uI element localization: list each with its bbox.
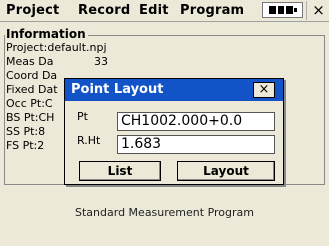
info-fs-line: FS Pt:2: [6, 139, 45, 152]
layout-button[interactable]: Layout: [177, 161, 275, 181]
info-meas-value: 33: [94, 55, 108, 68]
info-coord-line: Coord Da: [6, 69, 58, 82]
battery-icon: [262, 2, 303, 18]
menu-bar: Project Record Edit Program ×: [0, 0, 329, 22]
dialog-title: Point Layout: [71, 82, 164, 97]
list-button[interactable]: List: [79, 161, 161, 181]
app-close-button[interactable]: ×: [306, 1, 329, 20]
menu-edit[interactable]: Edit: [139, 3, 169, 18]
info-fixed-line: Fixed Dat: [6, 83, 58, 96]
info-meas-line: Meas Da: [6, 55, 54, 68]
information-title: Information: [5, 27, 88, 41]
pt-input[interactable]: CH1002.000+0.0: [117, 112, 275, 131]
menu-project[interactable]: Project: [6, 3, 59, 18]
dialog-close-button[interactable]: ×: [253, 82, 275, 98]
dialog-title-bar: Point Layout ×: [65, 79, 283, 101]
program-name: Standard Measurement Program: [75, 206, 254, 219]
menu-program[interactable]: Program: [180, 3, 244, 18]
rht-label: R.Ht: [77, 134, 101, 147]
info-ss-line: SS Pt:8: [6, 125, 46, 138]
menu-record[interactable]: Record: [78, 3, 130, 18]
pt-label: Pt: [77, 110, 88, 123]
info-occ-line: Occ Pt:C: [6, 97, 53, 110]
info-project-line: Project:default.npj: [6, 41, 107, 54]
point-layout-dialog: Point Layout × Pt CH1002.000+0.0 R.Ht 1.…: [64, 78, 284, 185]
rht-input[interactable]: 1.683: [117, 135, 275, 154]
info-bs-line: BS Pt:CH: [6, 111, 55, 124]
